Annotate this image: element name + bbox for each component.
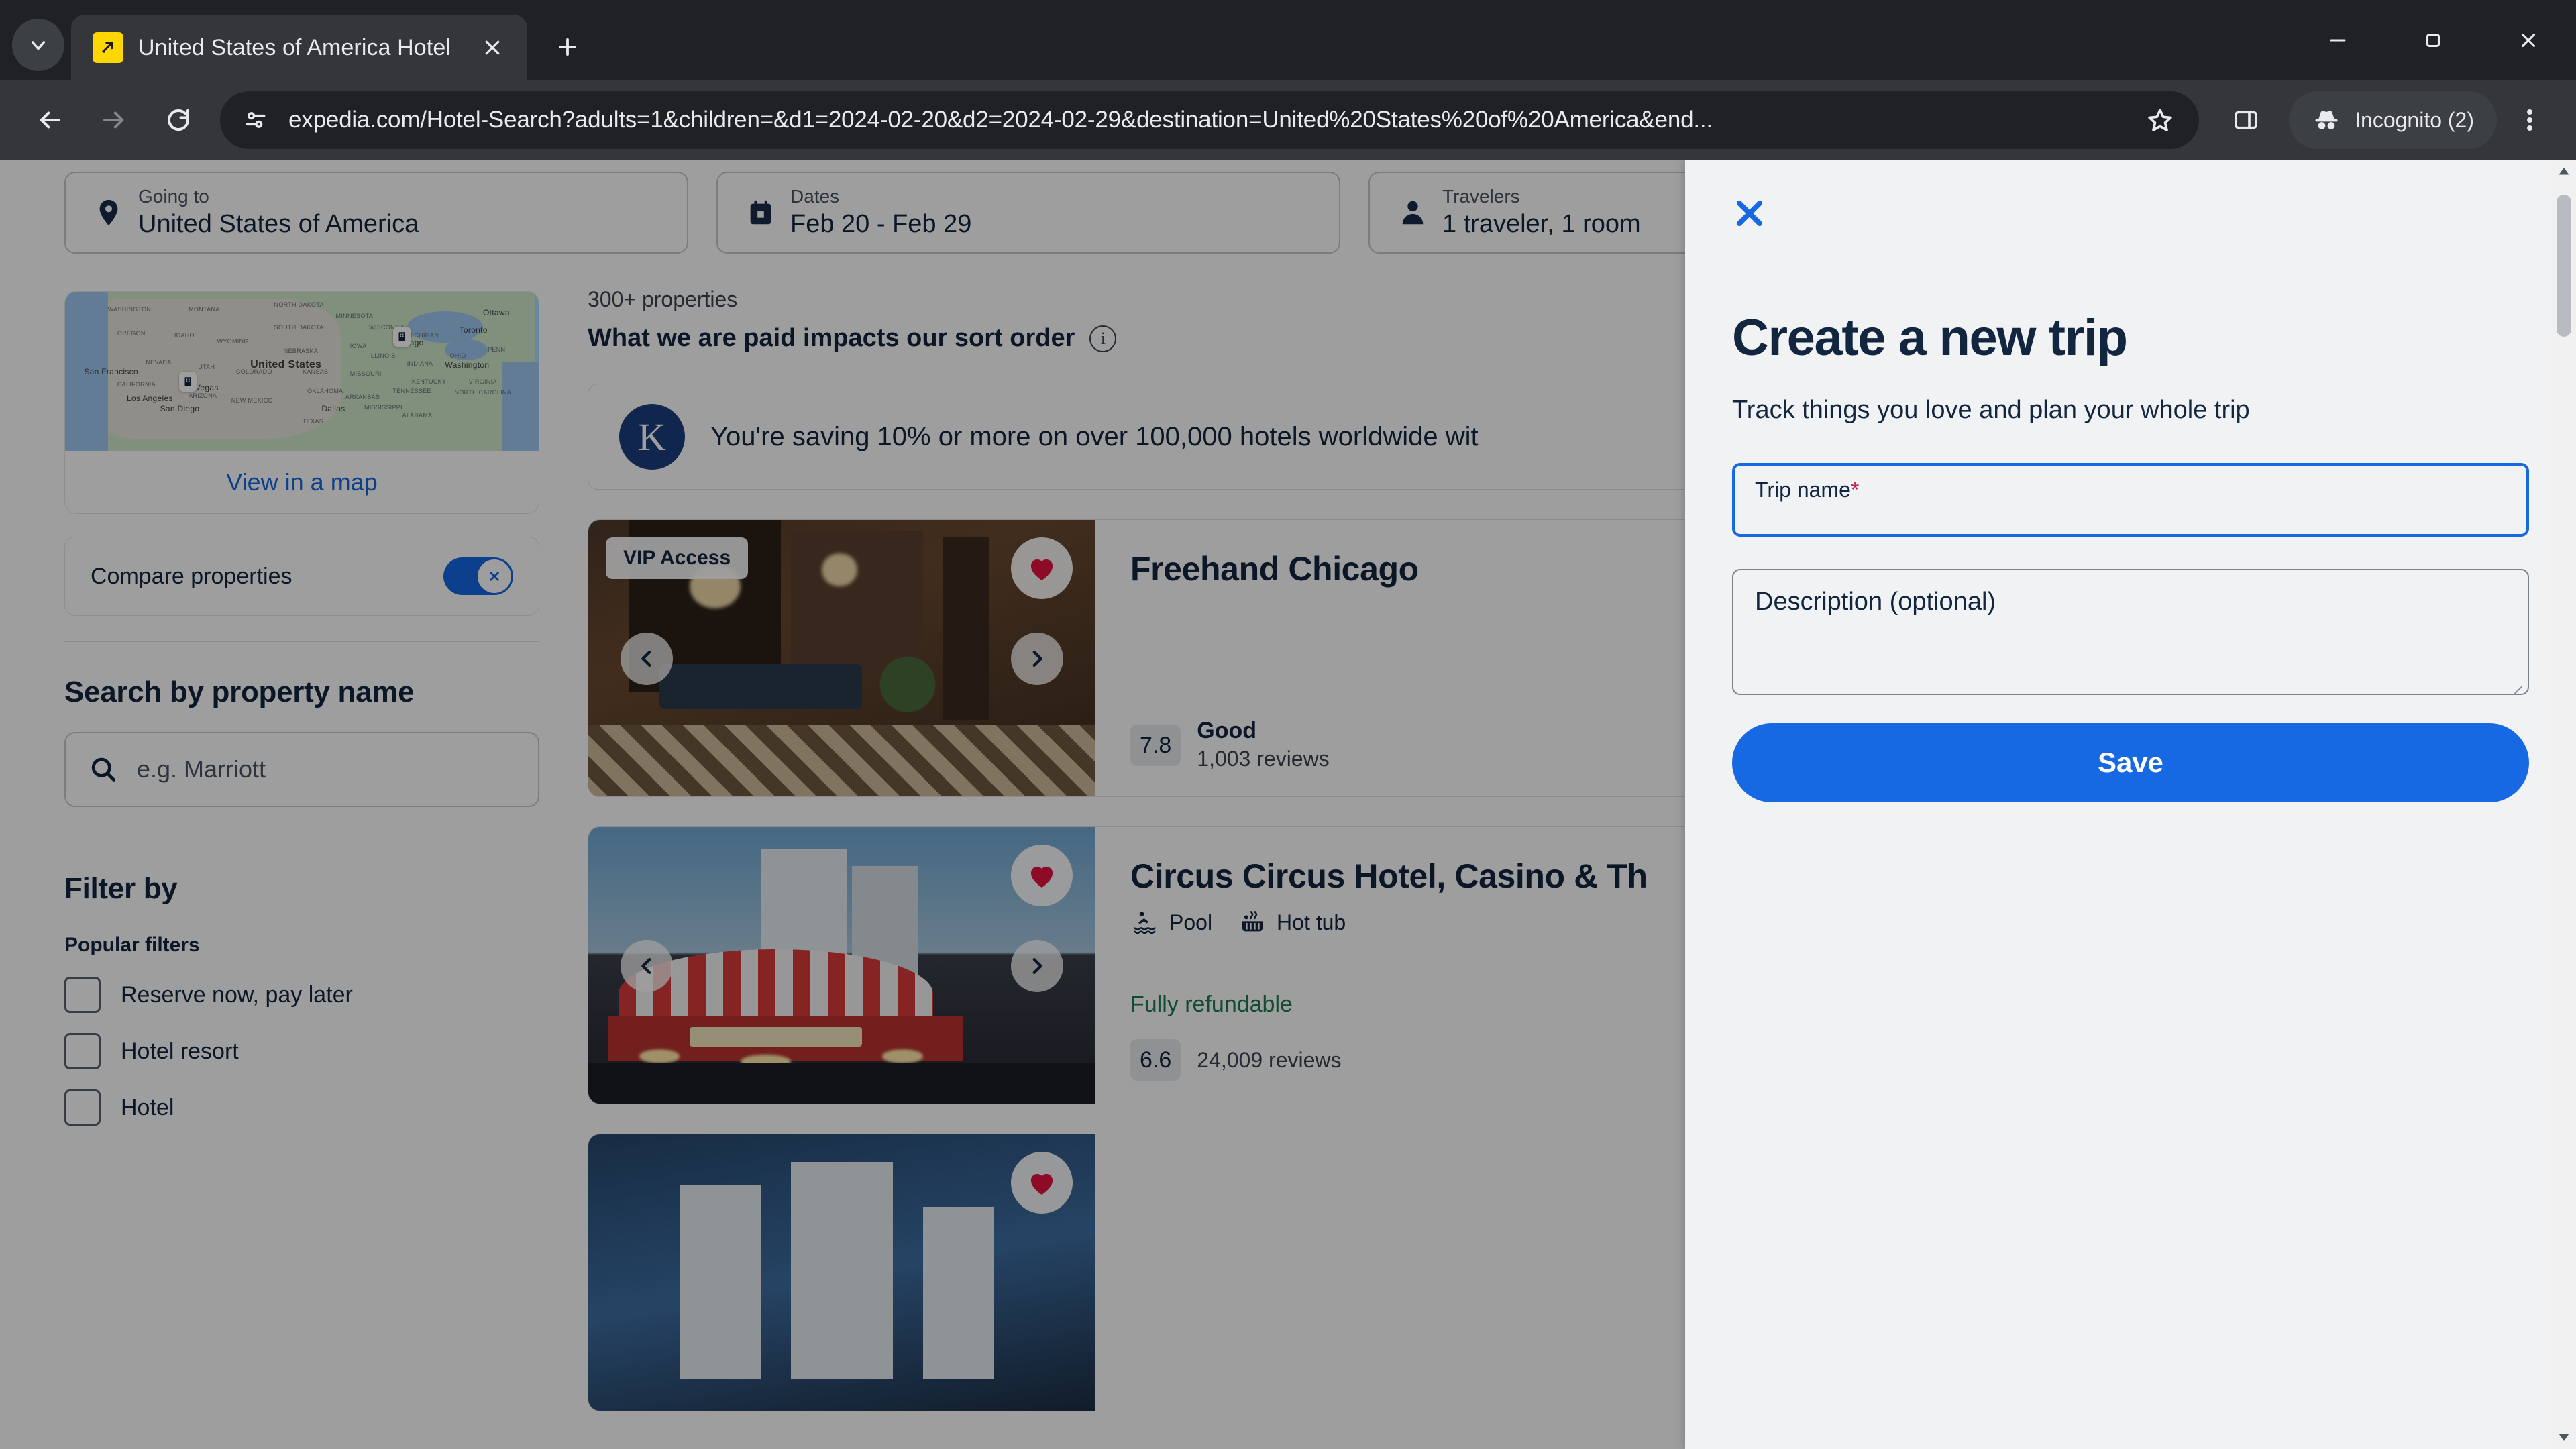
three-dot-menu-icon xyxy=(2527,107,2532,133)
maximize-icon xyxy=(2426,33,2440,48)
close-window-button[interactable] xyxy=(2481,0,2576,80)
caret-down-icon xyxy=(2559,1434,2569,1441)
scroll-up-button[interactable] xyxy=(2552,160,2576,184)
trip-name-label: Trip name xyxy=(1755,478,1851,502)
save-button[interactable]: Save xyxy=(1732,723,2529,802)
close-modal-button[interactable] xyxy=(1724,188,1775,239)
resize-handle[interactable] xyxy=(2508,674,2522,689)
new-tab-button[interactable] xyxy=(542,21,593,72)
bookmark-star-icon[interactable] xyxy=(2141,101,2179,139)
address-bar[interactable]: expedia.com/Hotel-Search?adults=1&childr… xyxy=(220,91,2200,149)
scrollbar-thumb[interactable] xyxy=(2557,195,2571,337)
window-controls xyxy=(2290,0,2576,80)
modal-subtitle: Track things you love and plan your whol… xyxy=(1732,396,2250,424)
incognito-label: Incognito (2) xyxy=(2355,107,2474,132)
trip-name-field[interactable]: Trip name* xyxy=(1732,463,2529,537)
back-button[interactable] xyxy=(17,88,82,152)
tab-close-button[interactable] xyxy=(474,29,511,66)
chevron-down-icon xyxy=(31,41,46,50)
tab-strip: United States of America Hotel xyxy=(0,0,2576,80)
page-scrollbar[interactable] xyxy=(2552,160,2576,1449)
minimize-button[interactable] xyxy=(2290,0,2385,80)
page-viewport: Going to United States of America Dates … xyxy=(0,160,2576,1449)
close-icon xyxy=(2521,33,2536,48)
close-icon xyxy=(1736,200,1763,227)
tab-title: United States of America Hotel xyxy=(138,34,451,60)
reload-button[interactable] xyxy=(146,88,211,152)
plus-icon xyxy=(559,38,576,56)
close-icon xyxy=(485,40,500,55)
arrow-left-icon xyxy=(40,111,61,129)
browser-toolbar: expedia.com/Hotel-Search?adults=1&childr… xyxy=(0,80,2576,160)
side-panel-icon xyxy=(2235,111,2257,129)
tab-search-button[interactable] xyxy=(12,19,64,71)
forward-button[interactable] xyxy=(82,88,146,152)
expedia-favicon xyxy=(93,32,123,63)
description-field[interactable]: Description (optional) xyxy=(1732,569,2529,695)
maximize-button[interactable] xyxy=(2385,0,2481,80)
chrome-menu-button[interactable] xyxy=(2501,89,2559,151)
caret-up-icon xyxy=(2559,168,2569,175)
reload-icon xyxy=(168,109,190,131)
minimize-icon xyxy=(2330,39,2346,42)
description-label: Description (optional) xyxy=(1755,588,1996,616)
create-trip-modal: Create a new trip Track things you love … xyxy=(1685,160,2576,1449)
browser-tab[interactable]: United States of America Hotel xyxy=(71,15,527,80)
url-text: expedia.com/Hotel-Search?adults=1&childr… xyxy=(288,107,1713,133)
side-panel-button[interactable] xyxy=(2215,89,2277,151)
required-indicator: * xyxy=(1850,478,1860,502)
incognito-hat-icon xyxy=(2315,111,2338,129)
arrow-right-icon xyxy=(103,111,124,129)
incognito-indicator[interactable]: Incognito (2) xyxy=(2289,91,2497,149)
browser-window: United States of America Hotel expedia.c… xyxy=(0,0,2576,1449)
scroll-down-button[interactable] xyxy=(2552,1425,2576,1449)
site-settings-icon[interactable] xyxy=(240,105,271,136)
modal-title: Create a new trip xyxy=(1732,309,2128,366)
